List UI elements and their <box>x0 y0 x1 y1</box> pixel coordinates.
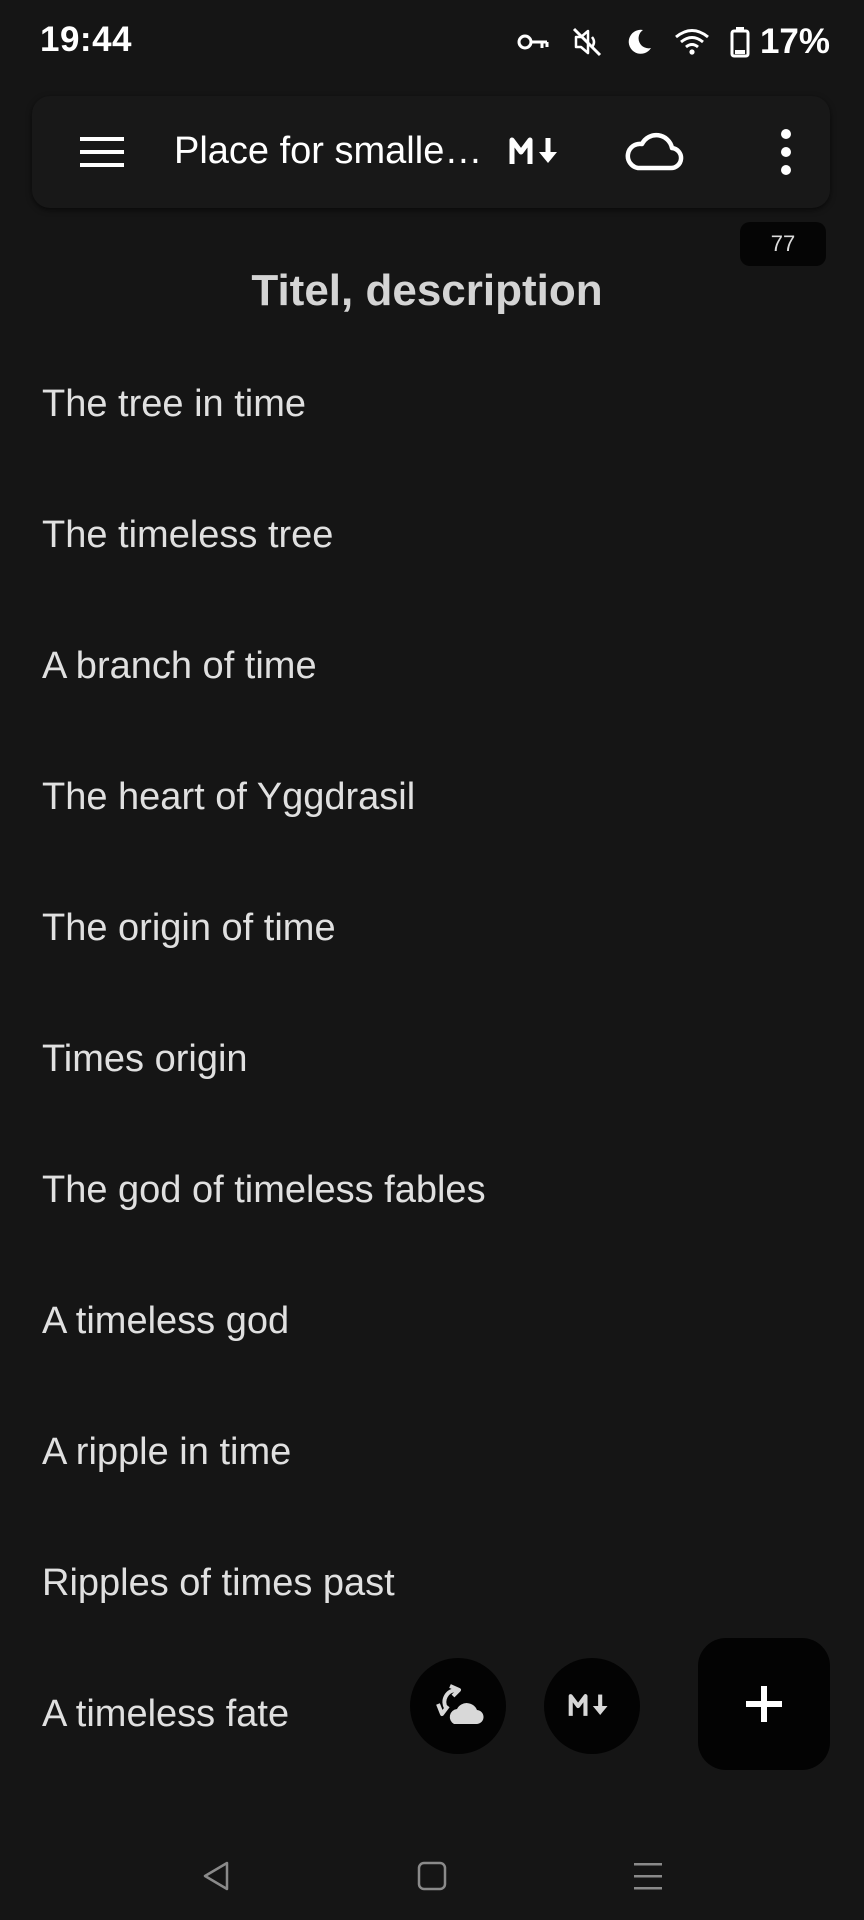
battery-icon <box>730 26 750 58</box>
home-square-icon <box>417 1861 447 1891</box>
more-options-button[interactable] <box>772 126 800 178</box>
hamburger-menu-icon <box>80 137 124 167</box>
back-button[interactable] <box>186 1846 246 1906</box>
markdown-preview-button[interactable] <box>544 1658 640 1754</box>
sync-button[interactable] <box>410 1658 506 1754</box>
cloud-button[interactable] <box>622 124 686 180</box>
wifi-icon <box>674 27 710 57</box>
more-vertical-icon <box>781 129 791 175</box>
status-icons: 17% <box>516 20 830 64</box>
note-line[interactable]: A timeless god <box>42 1293 486 1424</box>
system-navigation-bar <box>0 1830 864 1920</box>
note-title[interactable]: Place for smalle… <box>174 130 482 173</box>
status-time: 19:44 <box>40 20 133 59</box>
top-toolbar: Place for smalle… <box>32 96 830 208</box>
recent-apps-icon <box>634 1863 662 1890</box>
status-bar: 19:44 17% <box>0 0 864 84</box>
back-triangle-icon <box>203 1861 229 1891</box>
vpn-key-icon <box>516 30 550 54</box>
recent-apps-button[interactable] <box>618 1846 678 1906</box>
note-line[interactable]: A ripple in time <box>42 1424 486 1555</box>
battery-percentage: 17% <box>759 22 830 61</box>
note-line[interactable]: A branch of time <box>42 638 486 769</box>
note-line[interactable]: Times origin <box>42 1031 486 1162</box>
note-heading: Titel, description <box>251 266 603 315</box>
note-line[interactable]: The god of timeless fables <box>42 1162 486 1293</box>
plus-icon <box>746 1686 782 1722</box>
markdown-icon <box>568 1694 608 1716</box>
add-button[interactable] <box>698 1638 830 1770</box>
markdown-button[interactable] <box>508 130 568 174</box>
note-lines: The tree in time The timeless tree A bra… <box>42 376 486 1817</box>
note-line[interactable]: The tree in time <box>42 376 486 507</box>
vibrate-off-icon <box>570 25 604 59</box>
cloud-icon <box>625 132 684 171</box>
note-line[interactable]: Ripples of times past <box>42 1555 486 1686</box>
do-not-disturb-moon-icon <box>624 27 654 57</box>
note-line[interactable]: The heart of Yggdrasil <box>42 769 486 900</box>
note-line[interactable]: The timeless tree <box>42 507 486 638</box>
note-line[interactable]: The origin of time <box>42 900 486 1031</box>
home-button[interactable] <box>402 1846 462 1906</box>
character-count-badge: 77 <box>740 222 826 266</box>
menu-button[interactable] <box>78 128 126 176</box>
markdown-icon <box>509 137 557 164</box>
cloud-sync-icon <box>436 1684 484 1725</box>
